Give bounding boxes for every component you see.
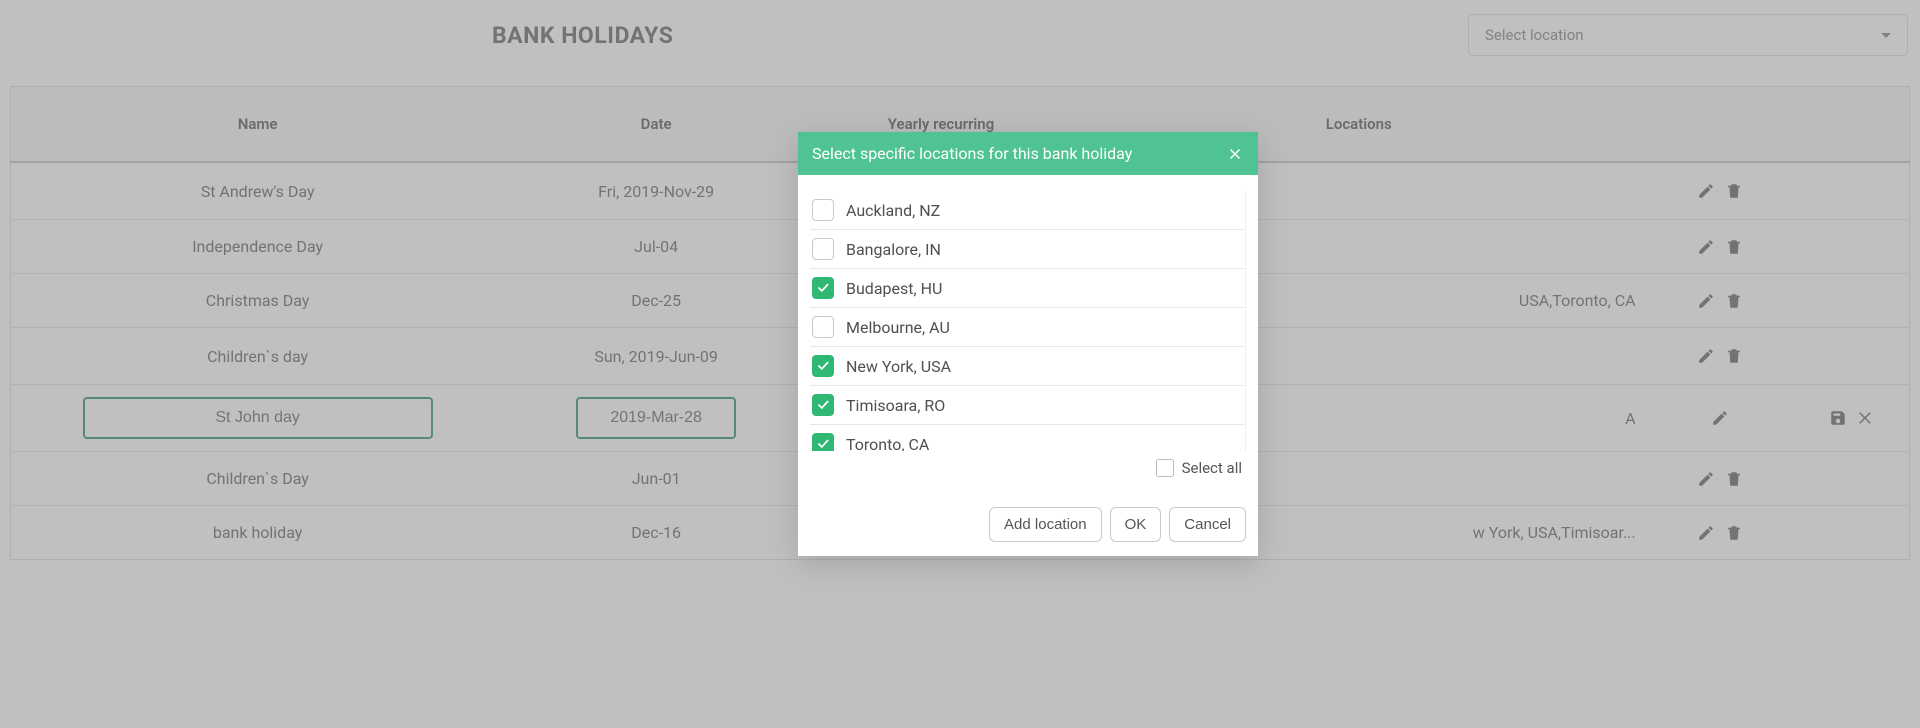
location-option[interactable]: Toronto, CA: [810, 425, 1245, 451]
location-option[interactable]: Budapest, HU: [810, 269, 1245, 308]
location-label: Melbourne, AU: [846, 318, 950, 337]
location-option[interactable]: Auckland, NZ: [810, 191, 1245, 230]
location-checkbox[interactable]: [812, 355, 834, 377]
locations-modal: Select specific locations for this bank …: [798, 132, 1258, 556]
modal-title: Select specific locations for this bank …: [812, 144, 1132, 163]
ok-button[interactable]: OK: [1110, 507, 1162, 542]
location-label: Budapest, HU: [846, 279, 942, 298]
location-label: Timisoara, RO: [846, 396, 945, 415]
location-label: Auckland, NZ: [846, 201, 940, 220]
location-label: Toronto, CA: [846, 435, 929, 452]
location-list: Auckland, NZ Bangalore, IN Budapest, HU Mel…: [810, 191, 1246, 451]
modal-footer: Add location OK Cancel: [798, 489, 1258, 556]
location-checkbox[interactable]: [812, 433, 834, 451]
location-option[interactable]: New York, USA: [810, 347, 1245, 386]
location-label: Bangalore, IN: [846, 240, 941, 259]
select-all-checkbox[interactable]: [1156, 459, 1174, 477]
add-location-button[interactable]: Add location: [989, 507, 1102, 542]
location-checkbox[interactable]: [812, 277, 834, 299]
close-icon[interactable]: [1226, 145, 1244, 163]
location-option[interactable]: Timisoara, RO: [810, 386, 1245, 425]
location-checkbox[interactable]: [812, 394, 834, 416]
location-label: New York, USA: [846, 357, 951, 376]
location-checkbox[interactable]: [812, 316, 834, 338]
location-checkbox[interactable]: [812, 199, 834, 221]
modal-header: Select specific locations for this bank …: [798, 132, 1258, 175]
select-all-label: Select all: [1182, 459, 1242, 477]
modal-body: Auckland, NZ Bangalore, IN Budapest, HU Mel…: [798, 175, 1258, 489]
cancel-button[interactable]: Cancel: [1169, 507, 1246, 542]
location-checkbox[interactable]: [812, 238, 834, 260]
location-option[interactable]: Bangalore, IN: [810, 230, 1245, 269]
select-all-row: Select all: [810, 451, 1246, 477]
location-option[interactable]: Melbourne, AU: [810, 308, 1245, 347]
